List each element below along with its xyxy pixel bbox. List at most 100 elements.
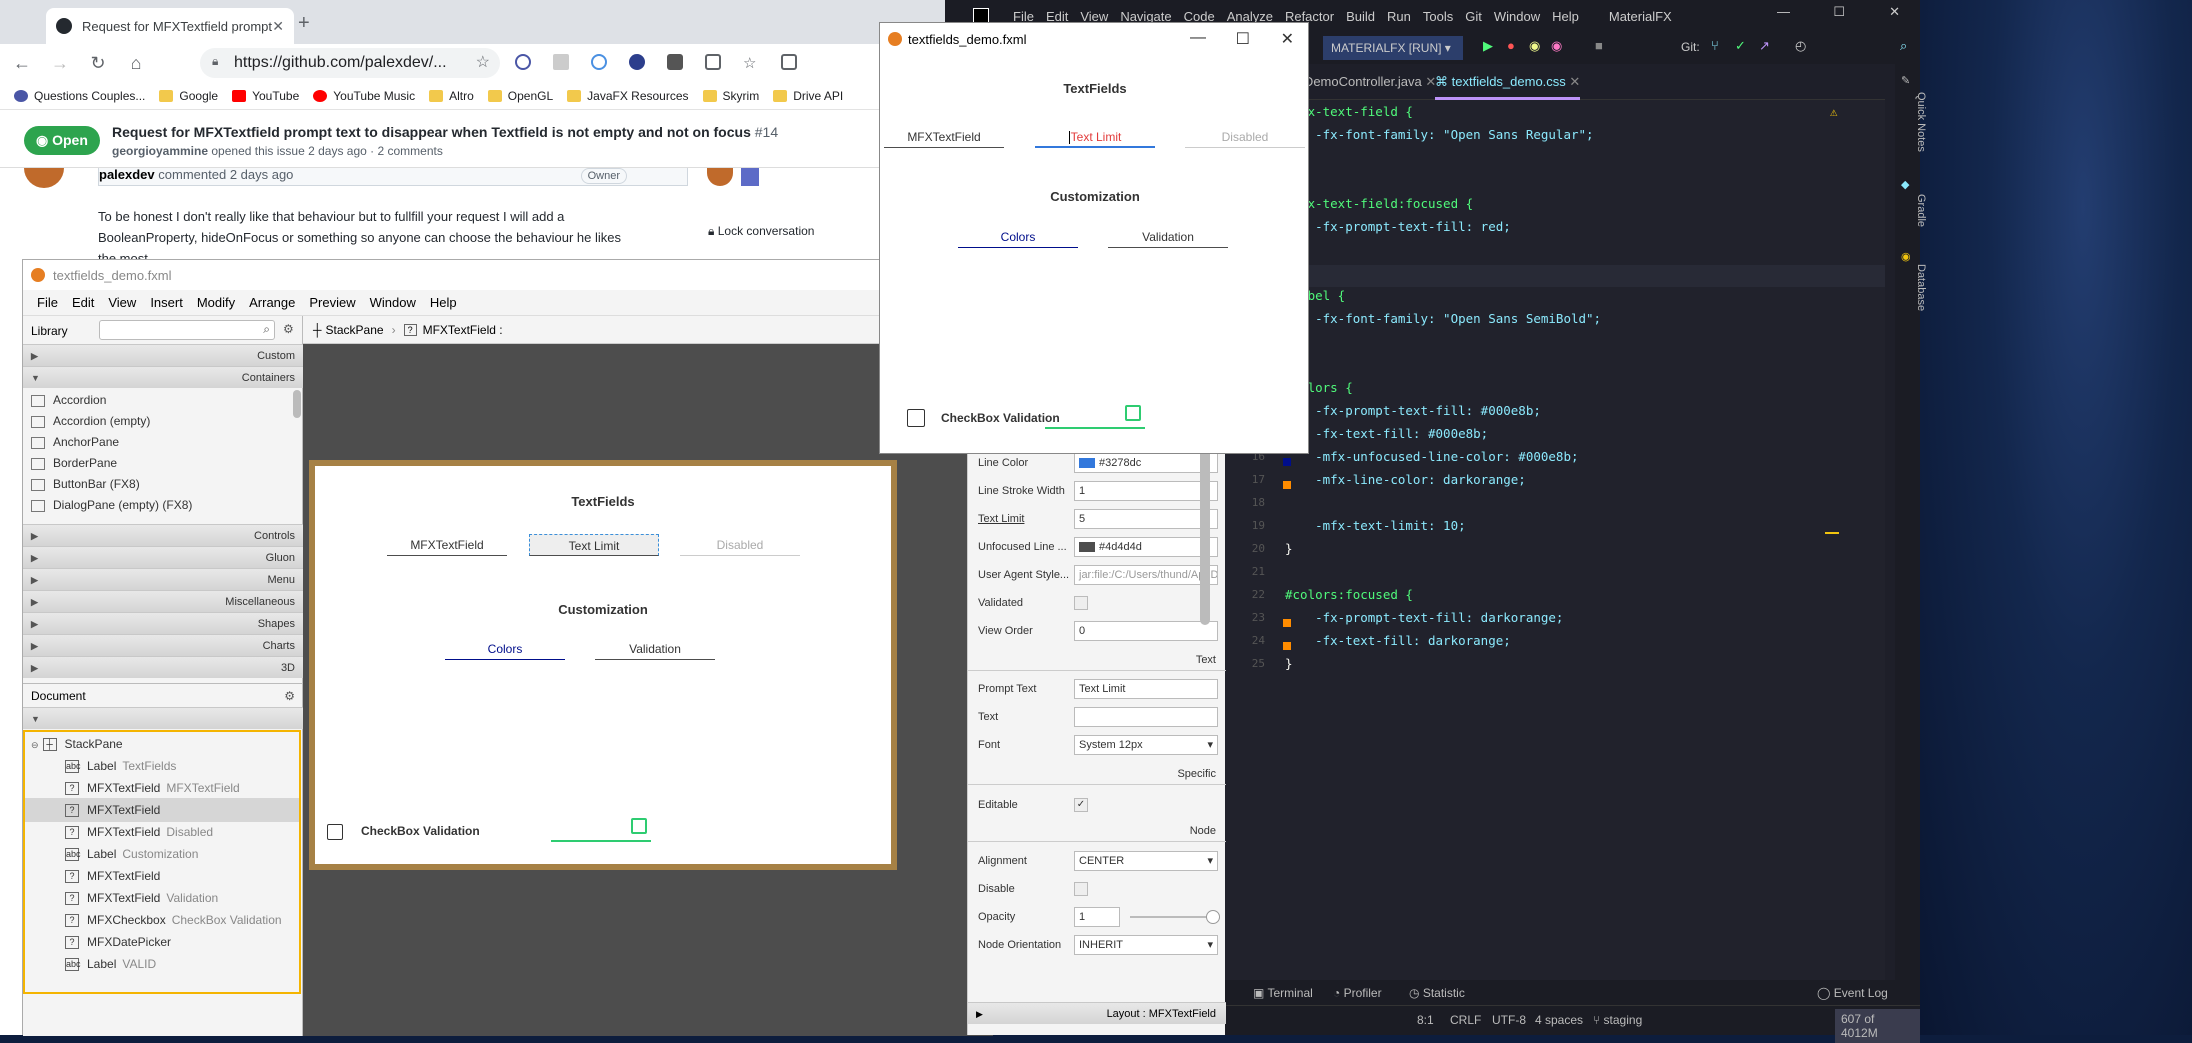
tab-textfields-css[interactable]: ⌘ textfields_demo.css ✕ — [1435, 66, 1581, 100]
new-tab-button[interactable]: + — [298, 12, 310, 35]
minimize-icon[interactable]: — — [1190, 29, 1206, 47]
menu-git[interactable]: Git — [1465, 9, 1482, 24]
tree-item[interactable]: ? MFXTextField MFXTextField — [65, 776, 321, 800]
library-search[interactable]: ⌕ — [99, 320, 275, 340]
bookmark[interactable]: Questions Couples... — [14, 89, 145, 103]
extension-icon[interactable] — [667, 54, 683, 70]
close-icon[interactable]: ✕ — [1889, 4, 1900, 20]
unfocused-line-color-picker[interactable]: #4d4d4d — [1074, 537, 1218, 557]
menu-view[interactable]: View — [108, 295, 136, 310]
issue-author[interactable]: georgioyammine — [112, 144, 208, 158]
memory-indicator[interactable]: 607 of 4012M — [1835, 1009, 1920, 1043]
breadcrumb-item[interactable]: StackPane — [326, 323, 384, 337]
library-item[interactable]: BorderPane — [31, 453, 117, 474]
section-miscellaneous[interactable]: ▶ Miscellaneous — [23, 590, 303, 612]
avatar[interactable] — [741, 168, 759, 186]
git-update-icon[interactable]: ⑂ — [1711, 38, 1719, 53]
lock-conversation-link[interactable]: 🔒︎ Lock conversation — [708, 224, 814, 239]
line-separator[interactable]: CRLF — [1450, 1013, 1481, 1027]
slider-thumb[interactable] — [1206, 910, 1220, 924]
extension-icon[interactable] — [553, 54, 569, 70]
library-item[interactable]: Accordion — [31, 390, 106, 411]
bookmark[interactable]: Altro — [429, 89, 474, 103]
tree-item-stackpane[interactable]: ⊖ ┼ StackPane — [31, 732, 287, 756]
close-tab-icon[interactable]: ✕ — [272, 18, 284, 35]
line-stroke-width-input[interactable]: 1 — [1074, 481, 1218, 501]
menu-run[interactable]: Run — [1387, 9, 1411, 24]
validated-checkbox[interactable] — [1074, 596, 1088, 610]
bookmark[interactable]: Skyrim — [702, 89, 759, 103]
run-icon[interactable]: ▶ — [1483, 38, 1493, 54]
mfx-text-field-disabled[interactable]: Disabled — [680, 534, 800, 556]
maximize-icon[interactable]: ☐ — [1833, 4, 1845, 20]
menu-preview[interactable]: Preview — [309, 295, 355, 310]
terminal-button[interactable]: ▣ Terminal — [1253, 986, 1313, 1000]
extension-icon[interactable] — [591, 54, 607, 70]
section-custom[interactable]: ▶ Custom — [23, 344, 303, 366]
mfx-text-field[interactable]: MFXTextField — [387, 534, 507, 556]
menu-insert[interactable]: Insert — [150, 295, 183, 310]
alignment-select[interactable]: CENTER ▾ — [1074, 851, 1218, 871]
library-item[interactable]: AnchorPane — [31, 432, 119, 453]
mfx-text-field-colors[interactable]: Colors — [445, 638, 565, 660]
code-editor[interactable]: 1.mfx-text-field {2 -fx-font-family: "Op… — [1225, 100, 1885, 980]
mfx-text-field-validation[interactable]: Validation — [595, 638, 715, 660]
mfx-text-field-validation[interactable]: Validation — [1108, 226, 1228, 248]
tree-item-selected[interactable]: ? MFXTextField — [25, 798, 299, 822]
history-icon[interactable]: ◴ — [1795, 38, 1806, 54]
section-3d[interactable]: ▶ 3D — [23, 656, 303, 678]
bookmark[interactable]: YouTube — [232, 89, 299, 103]
bookmark[interactable]: JavaFX Resources — [567, 89, 689, 103]
avatar[interactable] — [24, 168, 64, 188]
menu-modify[interactable]: Modify — [197, 295, 235, 310]
layout-section-header[interactable]: ▶ Layout : MFXTextField — [968, 1002, 1226, 1024]
date-picker[interactable] — [551, 840, 651, 842]
tree-item[interactable]: abc Label Customization — [65, 842, 321, 866]
bookmark[interactable]: Drive API — [773, 89, 843, 103]
tree-item[interactable]: ? MFXTextField — [65, 864, 321, 888]
bookmark[interactable]: OpenGL — [487, 89, 553, 103]
menu-help[interactable]: Help — [1552, 9, 1579, 24]
tree-item[interactable]: ? MFXTextField Disabled — [65, 820, 321, 844]
chrome-tab[interactable]: Request for MFXTextfield prompt ✕ — [46, 8, 294, 44]
menu-window[interactable]: Window — [370, 295, 416, 310]
maximize-icon[interactable]: ☐ — [1236, 29, 1250, 49]
file-encoding[interactable]: UTF-8 — [1492, 1013, 1526, 1027]
star-icon[interactable]: ☆ — [476, 52, 490, 72]
side-label-gradle[interactable]: Gradle — [1915, 194, 1927, 227]
database-icon[interactable]: ◉ — [1901, 250, 1911, 263]
disable-checkbox[interactable] — [1074, 882, 1088, 896]
address-bar[interactable]: 🔒︎ https://github.com/palexdev/... ☆ — [200, 48, 500, 78]
breadcrumb-item[interactable]: MFXTextField : — [423, 323, 503, 337]
opacity-input[interactable]: 1 — [1074, 907, 1120, 927]
menu-arrange[interactable]: Arrange — [249, 295, 295, 310]
menu-file[interactable]: File — [37, 295, 58, 310]
close-icon[interactable]: ✕ — [1281, 29, 1294, 49]
close-icon[interactable]: ✕ — [1569, 74, 1580, 89]
line-color-picker[interactable]: #3278dc — [1074, 453, 1218, 473]
comment-author[interactable]: palexdev — [99, 167, 155, 182]
git-push-icon[interactable]: ↗ — [1759, 38, 1770, 54]
bookmark[interactable]: Google — [159, 89, 218, 103]
git-commit-icon[interactable]: ✓ — [1735, 38, 1746, 54]
validation-checkbox[interactable] — [907, 409, 925, 427]
puzzle-icon[interactable] — [705, 54, 721, 70]
section-hierarchy[interactable]: ▼ — [23, 707, 303, 729]
mfx-text-field-disabled[interactable]: Disabled — [1185, 126, 1305, 148]
minimize-icon[interactable]: — — [1777, 4, 1790, 19]
run-config-select[interactable]: MATERIALFX [RUN] ▾ — [1323, 36, 1463, 60]
extension-icon[interactable] — [629, 54, 645, 70]
statistic-button[interactable]: ◷ Statistic — [1409, 986, 1465, 1000]
mfx-text-field[interactable]: MFXTextField — [884, 126, 1004, 148]
tree-item[interactable]: abc Label TextFields — [65, 754, 321, 778]
menu-help[interactable]: Help — [430, 295, 457, 310]
node-orientation-select[interactable]: INHERIT ▾ — [1074, 935, 1218, 955]
avatar[interactable] — [707, 168, 733, 186]
section-controls[interactable]: ▶ Controls — [23, 524, 303, 546]
cursor-position[interactable]: 8:1 — [1417, 1013, 1434, 1027]
extension-icon[interactable] — [515, 54, 531, 70]
library-item[interactable]: DialogPane (empty) (FX8) — [31, 495, 192, 516]
back-icon[interactable]: ← — [6, 47, 38, 79]
stop-icon[interactable]: ■ — [1595, 38, 1603, 53]
collections-icon[interactable] — [781, 54, 797, 70]
